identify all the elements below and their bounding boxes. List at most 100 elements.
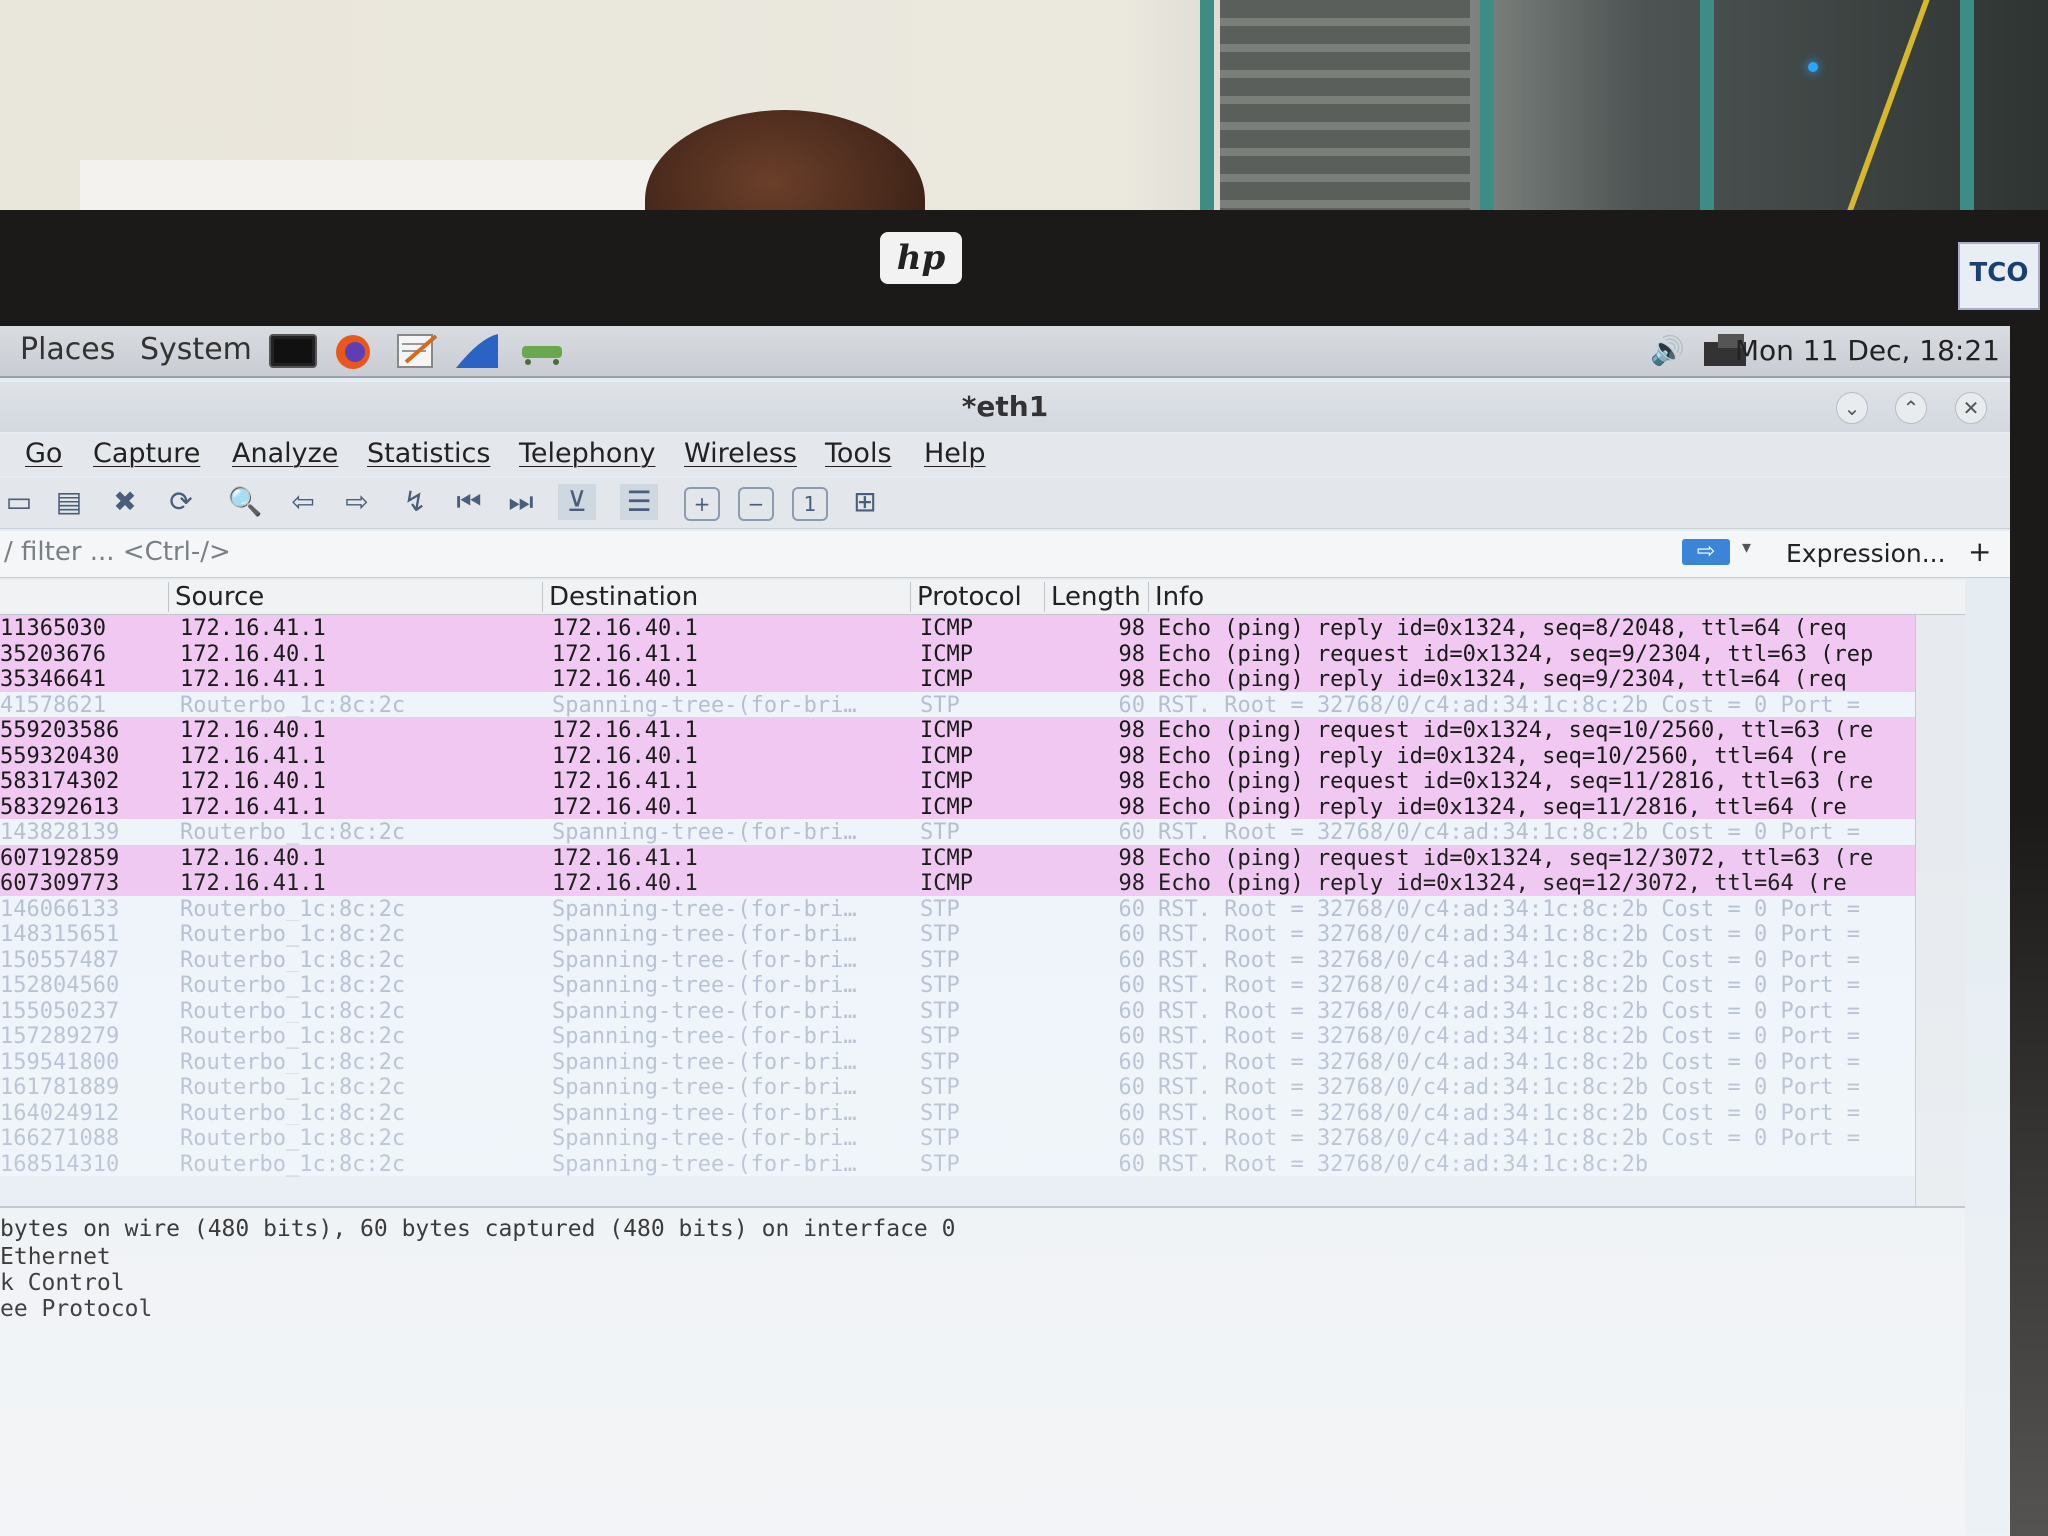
table-row[interactable]: 150557487 Routerbo_1c:8c:2c Spanning-tree-… bbox=[0, 946, 1915, 973]
table-row[interactable]: 157289279 Routerbo_1c:8c:2c Spanning-tree-… bbox=[0, 1023, 1915, 1049]
packet-source: Routerbo_1c:8c:2c bbox=[180, 692, 406, 718]
minimize-button[interactable]: ⌄ bbox=[1836, 392, 1868, 424]
packet-destination: Spanning-tree-(for-bri… bbox=[552, 922, 857, 947]
packet-length: 98 bbox=[1118, 845, 1146, 871]
table-row[interactable]: 155050237 Routerbo_1c:8c:2c Spanning-tree-… bbox=[0, 997, 1915, 1024]
table-row[interactable]: 148315651 Routerbo_1c:8c:2c Spanning-tree-… bbox=[0, 921, 1915, 947]
table-row[interactable]: 559320430 172.16.41.1 172.16.40.1 ICMP 98 Ech… bbox=[0, 742, 1915, 769]
menu-capture[interactable]: Capture bbox=[93, 438, 200, 469]
packet-length: 60 bbox=[1118, 998, 1146, 1024]
packet-destination: Spanning-tree-(for-bri… bbox=[552, 973, 857, 998]
go-forward-icon[interactable]: ⇨ bbox=[338, 484, 376, 520]
table-row[interactable]: 607192859 172.16.40.1 172.16.41.1 ICMP 98 Ech… bbox=[0, 844, 1915, 871]
table-row[interactable]: 161781889 Routerbo_1c:8c:2c Spanning-tree-… bbox=[0, 1074, 1915, 1100]
menu-go[interactable]: Go bbox=[25, 438, 62, 469]
detail-line-ethernet[interactable]: Ethernet bbox=[0, 1244, 111, 1270]
packet-destination: 172.16.40.1 bbox=[552, 667, 698, 692]
colorize-icon[interactable]: ☰ bbox=[620, 484, 658, 520]
menu-wireless[interactable]: Wireless bbox=[684, 438, 797, 469]
clock[interactable]: Mon 11 Dec, 18:21 bbox=[1735, 334, 2000, 367]
packet-time: 583174302 bbox=[0, 769, 120, 794]
table-row[interactable]: 164024912 Routerbo_1c:8c:2c Spanning-tree-… bbox=[0, 1099, 1915, 1126]
packet-time: 157289279 bbox=[0, 1024, 120, 1049]
table-row[interactable]: 41578621 Routerbo_1c:8c:2c Spanning-tree-(… bbox=[0, 691, 1915, 718]
menu-analyze[interactable]: Analyze bbox=[232, 438, 338, 469]
packet-time: 164024912 bbox=[0, 1100, 120, 1126]
table-row[interactable]: 583292613 172.16.41.1 172.16.40.1 ICMP 98 Ech… bbox=[0, 793, 1915, 820]
wireshark-fin-icon[interactable] bbox=[452, 332, 502, 370]
last-packet-icon[interactable]: ⏭ bbox=[502, 484, 540, 520]
maximize-button[interactable]: ⌃ bbox=[1895, 392, 1927, 424]
network-device-icon[interactable] bbox=[516, 332, 566, 370]
text-editor-icon[interactable] bbox=[392, 332, 442, 370]
find-packet-icon[interactable]: 🔍 bbox=[226, 484, 264, 520]
table-row[interactable]: 11365030 172.16.41.1 172.16.40.1 ICMP 98 Echo… bbox=[0, 615, 1915, 641]
table-row[interactable]: 152804560 Routerbo_1c:8c:2c Spanning-tree-… bbox=[0, 972, 1915, 998]
filter-dropdown-icon[interactable]: ▾ bbox=[1742, 537, 1751, 558]
table-row[interactable]: 159541800 Routerbo_1c:8c:2c Spanning-tree-… bbox=[0, 1048, 1915, 1075]
detail-line-stp[interactable]: ee Protocol bbox=[0, 1296, 152, 1322]
apply-filter-button[interactable]: ⇨ bbox=[1682, 539, 1730, 565]
packet-destination: Spanning-tree-(for-bri… bbox=[552, 1100, 857, 1126]
open-file-icon[interactable]: ▭ bbox=[0, 484, 38, 520]
table-row[interactable]: 607309773 172.16.41.1 172.16.40.1 ICMP 98 Ech… bbox=[0, 870, 1915, 896]
table-row[interactable]: 166271088 Routerbo_1c:8c:2c Spanning-tree-… bbox=[0, 1125, 1915, 1151]
resize-columns-icon[interactable]: ⊞ bbox=[846, 484, 884, 520]
table-row[interactable]: 35203676 172.16.40.1 172.16.41.1 ICMP 98 Echo… bbox=[0, 640, 1915, 667]
column-protocol[interactable]: Protocol bbox=[910, 582, 1047, 612]
detail-line-frame[interactable]: bytes on wire (480 bits), 60 bytes captu… bbox=[0, 1216, 955, 1242]
packet-time: 607192859 bbox=[0, 845, 120, 871]
packet-protocol: ICMP bbox=[920, 616, 973, 641]
packet-source: 172.16.41.1 bbox=[180, 667, 326, 692]
terminal-icon[interactable] bbox=[268, 332, 318, 370]
packet-destination: 172.16.41.1 bbox=[552, 718, 698, 743]
reload-file-icon[interactable]: ⟳ bbox=[162, 484, 200, 520]
volume-icon[interactable]: 🔊 bbox=[1650, 334, 1685, 367]
column-source[interactable]: Source bbox=[168, 582, 545, 612]
packet-length: 98 bbox=[1118, 667, 1146, 692]
column-destination[interactable]: Destination bbox=[542, 582, 909, 612]
go-to-packet-icon[interactable]: ↯ bbox=[396, 484, 434, 520]
screen: Places System 🔊 Mon 11 Dec, 18:21 *eth1 … bbox=[0, 326, 2010, 1536]
go-back-icon[interactable]: ⇦ bbox=[284, 484, 322, 520]
display-filter-input[interactable]: / filter ... <Ctrl-/> bbox=[4, 537, 231, 567]
table-row[interactable]: 35346641 172.16.41.1 172.16.40.1 ICMP 98 Echo… bbox=[0, 666, 1915, 692]
packet-length: 60 bbox=[1118, 1049, 1146, 1075]
table-row[interactable]: 559203586 172.16.40.1 172.16.41.1 ICMP 98 Ech… bbox=[0, 717, 1915, 743]
add-filter-button[interactable]: + bbox=[1968, 535, 1991, 568]
display-filter-bar[interactable]: / filter ... <Ctrl-/> ⇨ ▾ Expression... … bbox=[0, 531, 2010, 578]
save-file-icon[interactable]: ▤ bbox=[50, 484, 88, 520]
detail-line-llc[interactable]: k Control bbox=[0, 1270, 125, 1296]
packet-list: 11365030 172.16.41.1 172.16.40.1 ICMP 98 Echo… bbox=[0, 615, 1915, 1177]
menu-telephony[interactable]: Telephony bbox=[519, 438, 656, 469]
background-room bbox=[0, 0, 2048, 240]
packet-time: 35203676 bbox=[0, 641, 106, 667]
packet-length: 98 bbox=[1118, 743, 1146, 769]
packet-protocol: STP bbox=[920, 947, 960, 973]
packet-protocol: STP bbox=[920, 896, 960, 922]
zoom-out-icon[interactable]: − bbox=[738, 487, 774, 521]
close-file-icon[interactable]: ✖ bbox=[106, 484, 144, 520]
menu-statistics[interactable]: Statistics bbox=[367, 438, 490, 469]
column-length[interactable]: Length bbox=[1044, 582, 1151, 612]
close-button[interactable]: ✕ bbox=[1955, 392, 1987, 424]
menu-help[interactable]: Help bbox=[924, 438, 986, 469]
expression-button[interactable]: Expression... bbox=[1786, 539, 1946, 568]
system-menu[interactable]: System bbox=[140, 332, 252, 367]
packet-info: Echo (ping) request id=0x1324, seq=9/230… bbox=[1158, 641, 1874, 667]
column-info[interactable]: Info bbox=[1148, 582, 1955, 612]
packet-info: RST. Root = 32768/0/c4:ad:34:1c:8c:2b Co… bbox=[1158, 1024, 1860, 1049]
menu-tools[interactable]: Tools bbox=[825, 438, 892, 469]
zoom-in-icon[interactable]: + bbox=[684, 487, 720, 521]
normal-size-icon[interactable]: 1 bbox=[792, 487, 828, 521]
table-row[interactable]: 143828139 Routerbo_1c:8c:2c Spanning-tree-… bbox=[0, 819, 1915, 845]
places-menu[interactable]: Places bbox=[20, 332, 115, 367]
first-packet-icon[interactable]: ⏮ bbox=[450, 484, 488, 520]
packet-source: Routerbo_1c:8c:2c bbox=[180, 1151, 406, 1177]
autoscroll-icon[interactable]: ⊻ bbox=[558, 484, 596, 520]
table-row[interactable]: 168514310 Routerbo_1c:8c:2c Spanning-tree-… bbox=[0, 1150, 1915, 1177]
packet-source: Routerbo_1c:8c:2c bbox=[180, 1100, 406, 1126]
firefox-icon[interactable] bbox=[328, 332, 378, 370]
table-row[interactable]: 146066133 Routerbo_1c:8c:2c Spanning-tree-… bbox=[0, 895, 1915, 922]
table-row[interactable]: 583174302 172.16.40.1 172.16.41.1 ICMP 98 Ech… bbox=[0, 768, 1915, 794]
